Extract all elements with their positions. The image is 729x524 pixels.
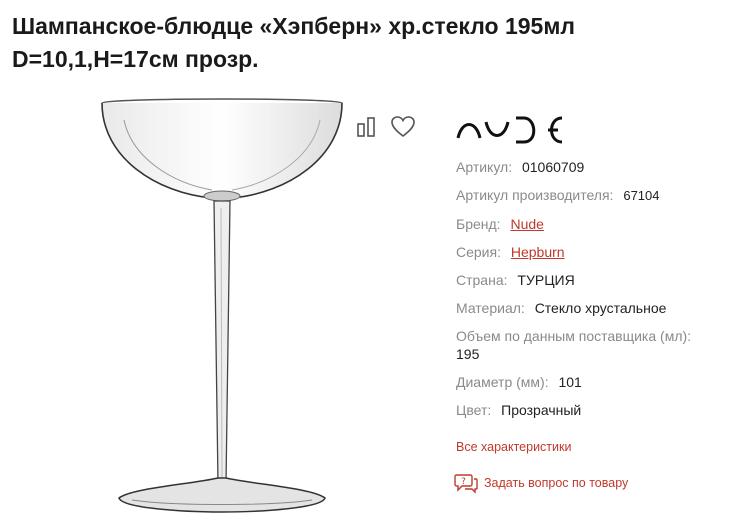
product-actions [354,114,416,140]
ask-question-link[interactable]: ? Задать вопрос по товару [454,472,628,494]
spec-value: 195 [456,346,480,362]
spec-label: Артикул: [456,159,513,175]
spec-manufacturer-article: Артикул производителя: 67104 [456,186,726,205]
brand-link[interactable]: Nude [510,216,543,232]
brand-logo [454,112,566,148]
favorite-button[interactable] [390,114,416,140]
spec-label: Страна: [456,272,508,288]
compare-button[interactable] [354,114,380,140]
heart-icon [391,116,415,138]
page-title: Шампанское-блюдце «Хэпберн» хр.стекло 19… [12,10,712,76]
spec-value: 67104 [623,188,660,203]
spec-value: 101 [558,374,582,390]
spec-label: Серия: [456,244,501,260]
spec-value: ТУРЦИЯ [517,272,575,288]
spec-volume: Объем по данным поставщика (мл): 195 [456,327,726,363]
spec-color: Цвет: Прозрачный [456,401,726,419]
spec-value: Прозрачный [501,402,582,418]
spec-value: Стекло хрустальное [534,300,667,316]
spec-label: Материал: [456,300,525,316]
spec-label: Бренд: [456,216,501,232]
spec-article: Артикул: 01060709 [456,158,726,176]
series-link[interactable]: Hepburn [511,244,565,260]
spec-label: Объем по данным поставщика (мл): [456,328,692,344]
spec-label: Цвет: [456,402,492,418]
spec-label: Диаметр (мм): [456,374,549,390]
spec-value: 01060709 [521,159,585,175]
spec-list: Артикул: 01060709 Артикул производителя:… [456,158,726,429]
svg-text:?: ? [461,477,466,487]
spec-label: Артикул производителя: [456,187,614,203]
all-specs-link[interactable]: Все характеристики [456,440,571,454]
title-line-1: Шампанское-блюдце «Хэпберн» хр.стекло 19… [12,13,575,39]
spec-country: Страна: ТУРЦИЯ [456,271,726,289]
title-line-2: D=10,1,H=17см прозр. [12,46,259,72]
chat-question-icon: ? [454,474,478,494]
compare-icon [357,117,375,137]
spec-diameter: Диаметр (мм): 101 [456,373,726,391]
ask-question-label: Задать вопрос по товару [484,476,629,490]
product-image [62,98,382,519]
spec-brand: Бренд: Nude [456,215,726,233]
spec-material: Материал: Стекло хрустальное [456,299,726,317]
spec-series: Серия: Hepburn [456,243,726,261]
